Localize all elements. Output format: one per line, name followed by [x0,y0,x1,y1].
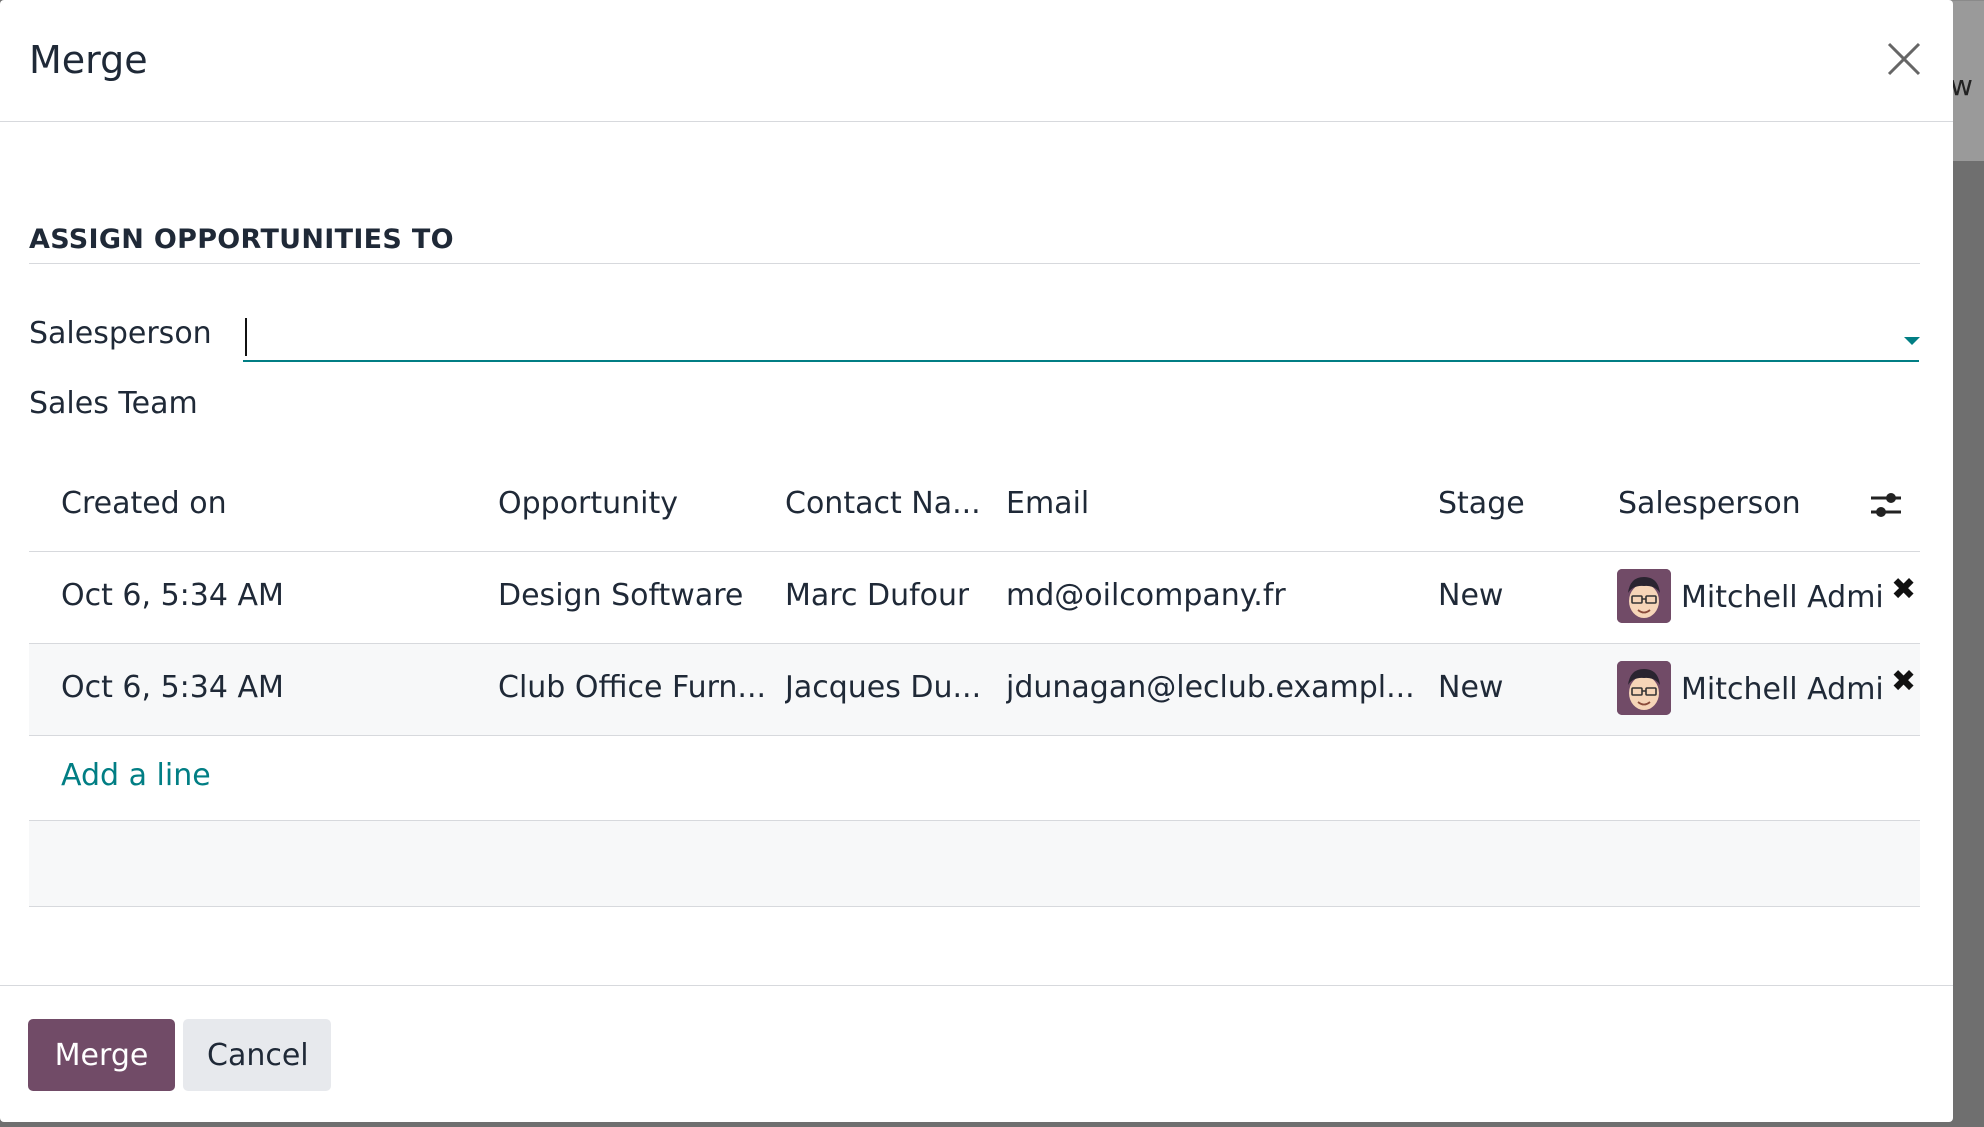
section-title: ASSIGN OPPORTUNITIES TO [29,224,454,255]
remove-icon[interactable]: ✖ [1891,572,1916,607]
background-panel: w [1950,0,1984,161]
cell-contact-name: Jacques Du... [785,670,982,705]
user-avatar [1617,569,1671,623]
cell-salesperson: Mitchell Admin [1681,672,1885,707]
opportunities-table: Created on Opportunity Contact Na... Ema… [29,468,1920,907]
close-icon [1887,42,1921,76]
cell-stage: New [1438,578,1504,613]
cell-opportunity: Design Software [498,578,744,613]
column-email[interactable]: Email [1006,486,1089,521]
table-header: Created on Opportunity Contact Na... Ema… [29,468,1920,552]
caret-down-icon[interactable] [1904,337,1920,345]
merge-dialog: Merge ASSIGN OPPORTUNITIES TO Salesperso… [0,0,1953,1122]
table-row[interactable]: Oct 6, 5:34 AM Design Software Marc Dufo… [29,552,1920,644]
close-button[interactable] [1884,39,1924,79]
footer-divider [0,985,1953,986]
cell-contact-name: Marc Dufour [785,578,970,613]
remove-icon[interactable]: ✖ [1891,664,1916,699]
salesperson-input[interactable] [243,312,1919,362]
cell-email: md@oilcompany.fr [1006,578,1286,613]
add-line-link[interactable]: Add a line [61,758,211,793]
section-divider [29,263,1920,264]
cancel-button[interactable]: Cancel [183,1019,331,1091]
cell-stage: New [1438,670,1504,705]
background-partial-text: w [1950,69,1973,102]
table-row[interactable]: Oct 6, 5:34 AM Club Office Furn... Jacqu… [29,644,1920,736]
sales-team-label: Sales Team [29,386,198,421]
dialog-title: Merge [29,38,148,82]
column-opportunity[interactable]: Opportunity [498,486,678,521]
cell-created-on: Oct 6, 5:34 AM [61,670,284,705]
cell-salesperson: Mitchell Admin [1681,580,1885,615]
merge-button[interactable]: Merge [28,1019,175,1091]
optional-columns-icon[interactable] [1869,488,1903,522]
column-contact-name[interactable]: Contact Na... [785,486,981,521]
text-cursor [245,318,247,356]
empty-row [29,821,1920,907]
dialog-header: Merge [0,0,1953,122]
cell-opportunity: Club Office Furn... [498,670,767,705]
column-created-on[interactable]: Created on [61,486,227,521]
salesperson-label: Salesperson [29,316,212,351]
column-salesperson[interactable]: Salesperson [1618,486,1801,521]
cell-created-on: Oct 6, 5:34 AM [61,578,284,613]
add-line-row: Add a line [29,736,1920,821]
column-stage[interactable]: Stage [1438,486,1525,521]
cell-email: jdunagan@leclub.exampl... [1006,670,1415,705]
user-avatar [1617,661,1671,715]
